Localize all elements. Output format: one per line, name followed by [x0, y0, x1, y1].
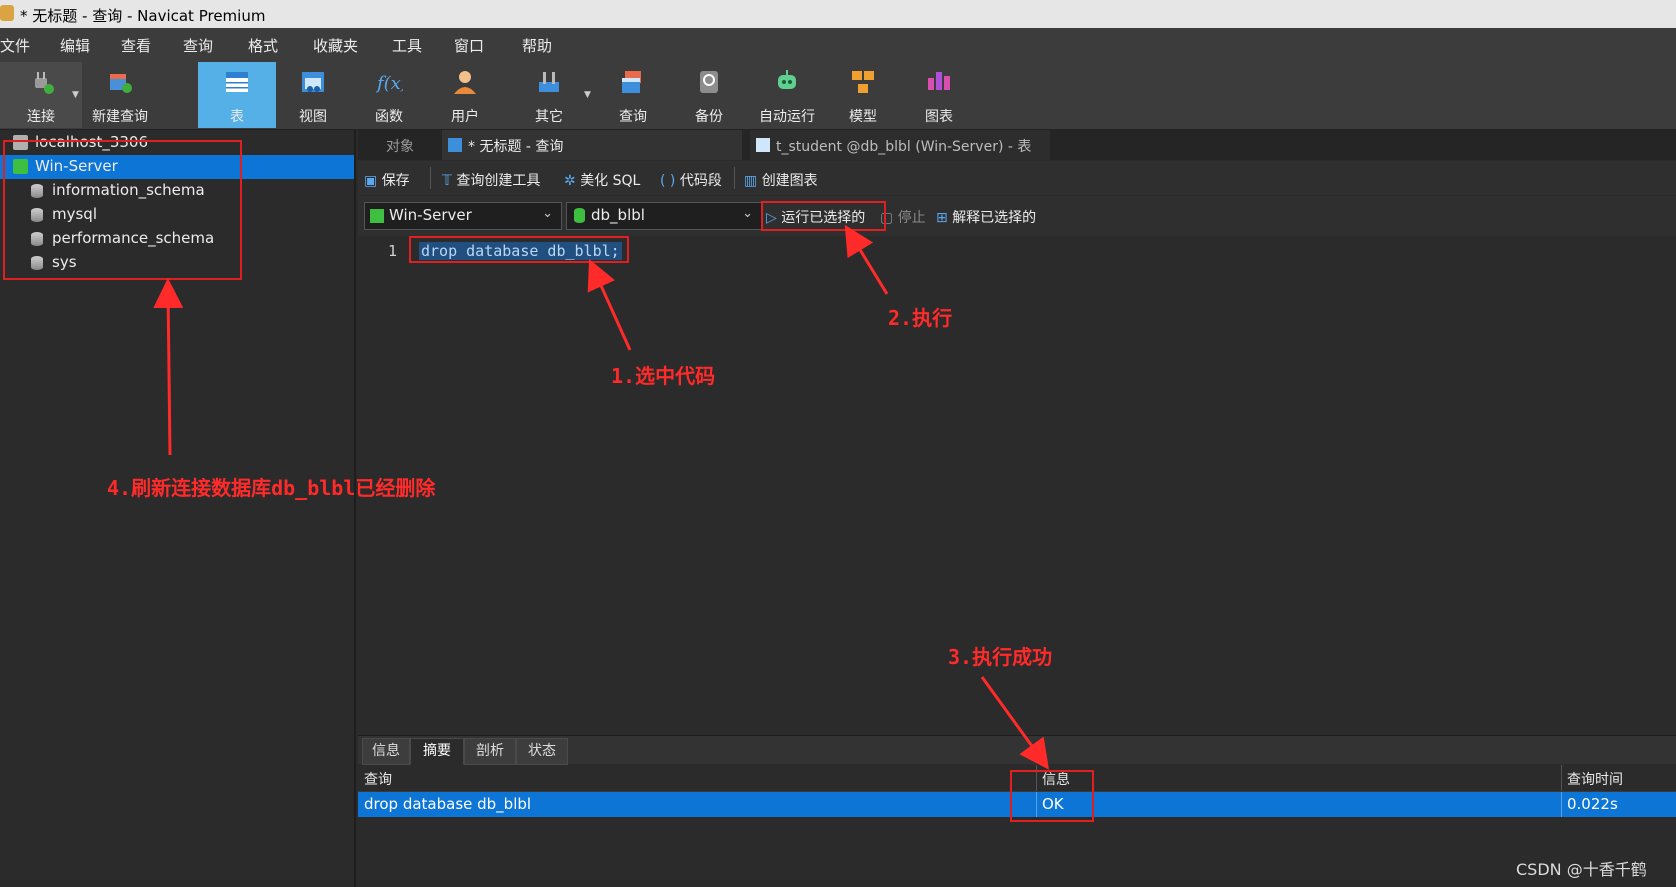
arrow-step3 — [980, 676, 1050, 770]
annotation-step2: 2.执行 — [888, 306, 953, 330]
annotation-step1: 1.选中代码 — [611, 364, 716, 388]
annotation-step4: 4.刷新连接数据库db_blbl已经删除 — [107, 476, 436, 500]
arrow-step1 — [587, 259, 632, 351]
annotation-step3: 3.执行成功 — [948, 645, 1053, 669]
arrow-step4 — [153, 278, 184, 456]
annotation-arrows — [153, 224, 1050, 770]
watermark: CSDN @十香千鹤 — [1516, 860, 1647, 879]
arrow-step2 — [844, 224, 889, 295]
